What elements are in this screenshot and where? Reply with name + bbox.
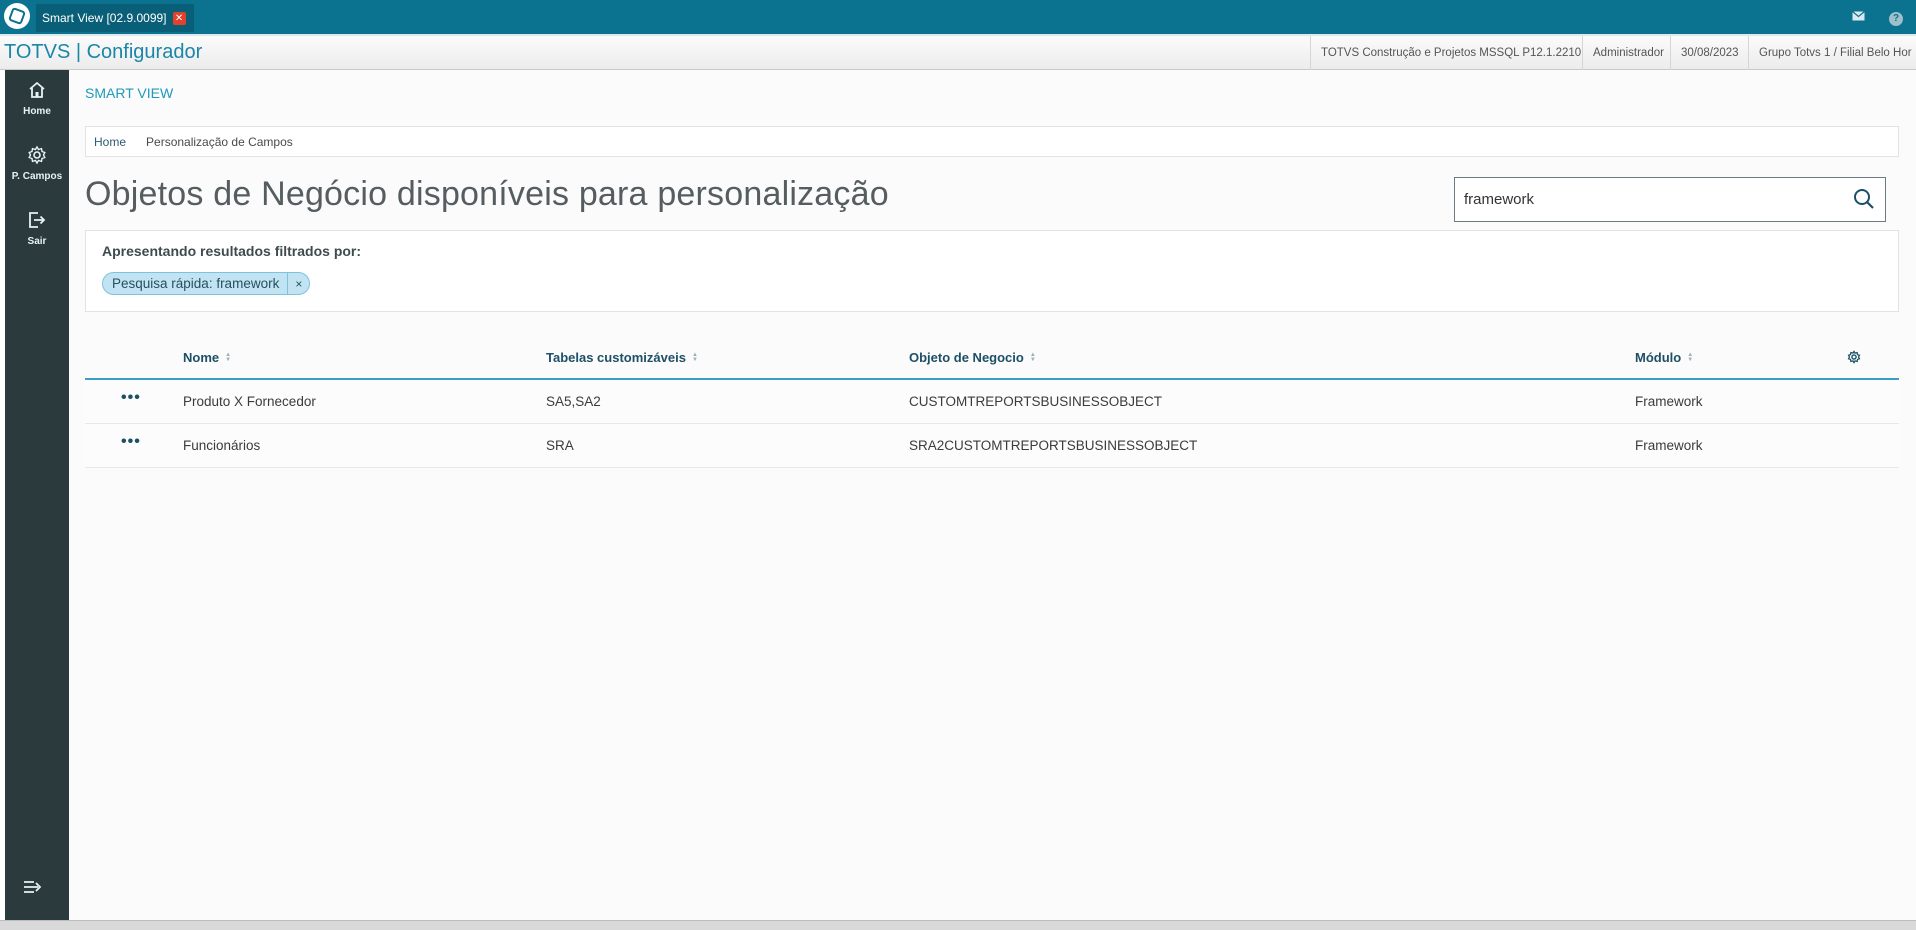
cell-objeto: CUSTOMTREPORTSBUSINESSOBJECT	[909, 394, 1163, 409]
sidebar-item-label: P. Campos	[11, 171, 63, 182]
section-title: SMART VIEW	[85, 85, 174, 101]
breadcrumb: Home Personalização de Campos	[85, 126, 1899, 157]
app-header: TOTVS | Configurador TOTVS Construção e …	[0, 34, 1916, 70]
cell-tabelas: SRA	[546, 438, 574, 453]
column-header-nome[interactable]: Nome ▲ ▼	[183, 350, 231, 365]
column-header-label: Módulo	[1635, 350, 1682, 365]
row-actions-more-icon[interactable]: •••	[121, 389, 141, 407]
row-actions-more-icon[interactable]: •••	[121, 433, 141, 451]
column-header-modulo[interactable]: Módulo ▲ ▼	[1635, 350, 1693, 365]
filter-chip-remove-icon[interactable]: ×	[288, 277, 309, 291]
mail-icon[interactable]	[1846, 5, 1870, 29]
sidebar-collapse-icon[interactable]	[23, 879, 43, 900]
help-icon[interactable]: ?	[1884, 5, 1908, 29]
branch-info: Grupo Totvs 1 / Filial Belo Hor	[1748, 36, 1916, 70]
table-header: Nome ▲ ▼ Tabelas customizáveis ▲ ▼ Objeto …	[85, 338, 1899, 380]
cell-tabelas: SA5,SA2	[546, 394, 601, 409]
search-field[interactable]	[1454, 177, 1886, 222]
document-tab[interactable]: Smart View [02.9.0099] ✕	[36, 4, 194, 32]
sort-icon[interactable]: ▲ ▼	[692, 352, 698, 363]
sidebar-item-label: Sair	[27, 236, 47, 247]
sort-icon[interactable]: ▲ ▼	[1687, 352, 1693, 363]
gear-icon	[28, 145, 46, 165]
sidebar-item-home[interactable]: Home	[5, 70, 69, 130]
breadcrumb-home-link[interactable]: Home	[94, 135, 126, 149]
sidebar: Home P. Campos Sair	[5, 70, 69, 920]
sidebar-item-label: Home	[23, 106, 51, 117]
filter-title: Apresentando resultados filtrados por:	[102, 243, 362, 259]
logout-icon	[29, 212, 46, 228]
document-tab-label: Smart View [02.9.0099]	[42, 11, 167, 25]
column-header-objeto[interactable]: Objeto de Negocio ▲ ▼	[909, 350, 1036, 365]
sidebar-item-p-campos[interactable]: P. Campos	[5, 135, 69, 195]
column-header-label: Nome	[183, 350, 220, 365]
window-bottom-border	[0, 920, 1916, 930]
table-row[interactable]: ••• Produto X Fornecedor SA5,SA2 CUSTOMT…	[85, 380, 1899, 424]
page-title: Objetos de Negócio disponíveis para pers…	[85, 175, 889, 213]
search-icon[interactable]	[1853, 188, 1875, 215]
user-info: Administrador	[1582, 36, 1674, 70]
table-settings-gear-icon[interactable]	[1847, 350, 1861, 369]
column-header-label: Objeto de Negocio	[909, 350, 1024, 365]
home-icon	[29, 81, 45, 98]
column-header-tabelas[interactable]: Tabelas customizáveis ▲ ▼	[546, 350, 698, 365]
column-header-label: Tabelas customizáveis	[546, 350, 686, 365]
sidebar-item-sair[interactable]: Sair	[5, 200, 69, 260]
cell-modulo: Framework	[1635, 438, 1703, 453]
app-title: TOTVS | Configurador	[4, 41, 203, 63]
totvs-logo-icon	[4, 3, 30, 29]
search-input[interactable]	[1464, 191, 1834, 208]
sort-icon[interactable]: ▲ ▼	[225, 352, 231, 363]
filter-panel: Apresentando resultados filtrados por: P…	[85, 230, 1899, 312]
cell-modulo: Framework	[1635, 394, 1703, 409]
cell-objeto: SRA2CUSTOMTREPORTSBUSINESSOBJECT	[909, 438, 1198, 453]
sort-icon[interactable]: ▲ ▼	[1030, 352, 1036, 363]
date-info: 30/08/2023	[1670, 36, 1749, 70]
environment-info: TOTVS Construção e Projetos MSSQL P12.1.…	[1310, 36, 1591, 70]
business-objects-table: Nome ▲ ▼ Tabelas customizáveis ▲ ▼ Objeto …	[85, 338, 1899, 468]
breadcrumb-current: Personalização de Campos	[146, 134, 293, 149]
cell-nome: Funcionários	[183, 438, 261, 453]
filter-chip-label: Pesquisa rápida: framework	[103, 273, 289, 294]
filter-chip: Pesquisa rápida: framework ×	[102, 272, 311, 295]
tab-close-icon[interactable]: ✕	[172, 11, 186, 25]
cell-nome: Produto X Fornecedor	[183, 394, 316, 409]
main-content: SMART VIEW Home Personalização de Campos…	[69, 70, 1916, 920]
window-tab-bar: Smart View [02.9.0099] ✕ ?	[0, 0, 1916, 34]
table-row[interactable]: ••• Funcionários SRA SRA2CUSTOMTREPORTSB…	[85, 424, 1899, 468]
